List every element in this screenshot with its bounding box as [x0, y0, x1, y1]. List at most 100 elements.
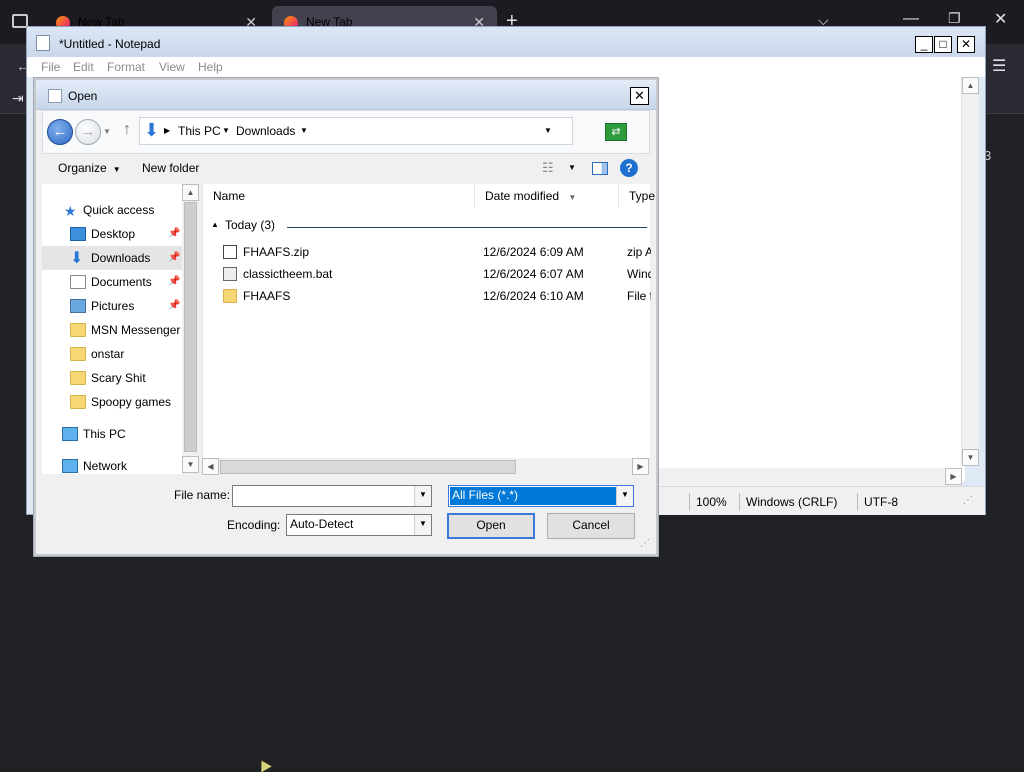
resize-grip-icon[interactable]: ⋰ [963, 495, 973, 506]
notepad-vertical-scrollbar[interactable]: ▲ ▼ [961, 77, 979, 466]
notepad-title: *Untitled - Notepad [59, 37, 161, 51]
forward-button[interactable]: → [75, 119, 101, 145]
nav-item-desktop[interactable]: Desktop 📌 [42, 222, 182, 246]
file-date: 12/6/2024 6:09 AM [483, 245, 584, 259]
pictures-icon [70, 299, 86, 313]
restore-icon[interactable]: ❐ [948, 10, 961, 27]
resize-grip-icon[interactable]: ⋰ [640, 538, 650, 549]
nav-item-pictures[interactable]: Pictures 📌 [42, 294, 182, 318]
maximize-icon[interactable]: □ [934, 36, 952, 53]
notepad-titlebar[interactable]: *Untitled - Notepad _ □ ✕ [27, 27, 985, 57]
scrollbar-thumb[interactable] [184, 202, 197, 452]
scroll-up-icon[interactable]: ▲ [182, 184, 199, 201]
menu-view[interactable]: View [159, 60, 185, 74]
new-folder-button[interactable]: New folder [142, 161, 199, 175]
chevron-down-icon: ▼ [112, 165, 121, 174]
collapse-icon[interactable]: ▲ [211, 220, 219, 229]
close-icon[interactable]: ✕ [630, 87, 649, 105]
chevron-right-icon[interactable]: ▶ [164, 126, 170, 135]
documents-icon [70, 275, 86, 289]
address-dropdown-icon[interactable]: ▼ [544, 126, 552, 135]
address-bar[interactable]: ⬇ ▶ This PC ▼ Downloads ▼ ▼ [139, 117, 573, 145]
sign-in-icon[interactable]: ⇥ [12, 90, 24, 107]
file-list-horizontal-scrollbar[interactable]: ◀ ▶ [202, 458, 650, 476]
encoding-select[interactable]: Auto-Detect ▼ [286, 514, 432, 536]
nav-item-quick-access[interactable]: ★ Quick access [42, 198, 182, 222]
downloads-icon: ⬇ [70, 250, 84, 267]
pin-icon: 📌 [168, 228, 181, 239]
open-button[interactable]: Open [447, 513, 535, 539]
nav-item-msn-messenger[interactable]: MSN Messenger [42, 318, 182, 342]
file-name: classictheem.bat [243, 267, 333, 281]
dialog-titlebar[interactable]: Open ✕ [36, 80, 656, 110]
mouse-cursor [256, 757, 272, 772]
scroll-left-icon[interactable]: ◀ [202, 458, 219, 475]
nav-item-downloads[interactable]: ⬇ Downloads 📌 [42, 246, 182, 270]
close-icon[interactable]: ✕ [957, 36, 975, 53]
nav-item-onstar[interactable]: onstar [42, 342, 182, 366]
network-icon [62, 459, 78, 473]
nav-item-scary-shit[interactable]: Scary Shit [42, 366, 182, 390]
nav-item-label: Network [83, 459, 128, 473]
chevron-down-icon[interactable]: ▼ [222, 126, 230, 135]
scroll-right-icon[interactable]: ▶ [632, 458, 649, 475]
chevron-down-icon[interactable]: ▼ [568, 163, 576, 172]
scrollbar-thumb[interactable] [220, 460, 516, 474]
preview-pane-icon[interactable] [592, 162, 608, 175]
navigation-pane: ★ Quick access Desktop 📌 ⬇ Downloads 📌 D… [42, 184, 200, 474]
open-dialog: Open ✕ ← → ▼ ↑ ⬇ ▶ This PC ▼ Downloads ▼… [34, 78, 658, 556]
file-name-label: File name: [174, 488, 231, 502]
nav-item-this-pc[interactable]: This PC [42, 422, 182, 446]
menu-format[interactable]: Format [107, 60, 145, 74]
navigation-scrollbar[interactable]: ▲ ▼ [182, 184, 200, 474]
chevron-down-icon[interactable]: ▼ [616, 486, 633, 506]
scroll-down-icon[interactable]: ▼ [182, 456, 199, 473]
notepad-text-area[interactable] [657, 77, 965, 482]
chevron-down-icon: ▼ [568, 193, 577, 202]
group-header-today[interactable]: ▲ Today (3) [207, 218, 647, 236]
file-name: FHAAFS [243, 289, 291, 303]
nav-item-spoopy-games[interactable]: Spoopy games [42, 390, 182, 414]
breadcrumb-this-pc[interactable]: This PC [178, 124, 221, 138]
file-name-field[interactable]: ▼ [232, 485, 432, 507]
column-header-name[interactable]: Name [203, 184, 475, 208]
notepad-horizontal-scrollbar[interactable]: ▶ [657, 468, 962, 486]
pin-icon: 📌 [168, 300, 181, 311]
recent-locations-dropdown[interactable]: ▼ [103, 127, 111, 136]
chevron-down-icon[interactable]: ▼ [300, 126, 308, 135]
up-arrow-icon[interactable]: ↑ [123, 121, 131, 139]
back-button[interactable]: ← [47, 119, 73, 145]
chevron-down-icon[interactable]: ▼ [414, 486, 431, 506]
file-date: 12/6/2024 6:07 AM [483, 267, 584, 281]
help-icon[interactable]: ? [620, 159, 638, 177]
nav-item-label: Pictures [91, 299, 135, 313]
dialog-icon [48, 89, 62, 103]
refresh-icon[interactable]: ⇄ [605, 123, 627, 141]
file-row[interactable]: FHAAFS.zip 12/6/2024 6:09 AM zip A [203, 241, 651, 263]
scroll-right-icon[interactable]: ▶ [945, 468, 962, 485]
nav-item-label: MSN Messenger [91, 323, 181, 337]
notepad-icon [36, 35, 50, 51]
column-header-date[interactable]: Date modified ▼ [475, 184, 619, 208]
view-options-icon[interactable]: ☷ [542, 160, 554, 176]
menu-edit[interactable]: Edit [73, 60, 94, 74]
scroll-up-icon[interactable]: ▲ [962, 77, 979, 94]
zip-icon [223, 245, 237, 259]
status-line-ending: Windows (CRLF) [739, 493, 857, 511]
menu-help[interactable]: Help [198, 60, 223, 74]
file-row[interactable]: classictheem.bat 12/6/2024 6:07 AM Wind [203, 263, 651, 285]
minimize-icon[interactable]: _ [915, 36, 933, 53]
chevron-down-icon[interactable]: ▼ [414, 515, 431, 535]
file-type-filter[interactable]: All Files (*.*) ▼ [448, 485, 634, 507]
file-row[interactable]: FHAAFS 12/6/2024 6:10 AM File fo [203, 285, 651, 307]
menu-icon[interactable]: ☰ [992, 56, 1006, 76]
close-icon[interactable]: ✕ [994, 9, 1007, 29]
menu-file[interactable]: File [41, 60, 60, 74]
scroll-down-icon[interactable]: ▼ [962, 449, 979, 466]
column-header-type[interactable]: Type [619, 184, 659, 208]
nav-item-network[interactable]: Network [42, 454, 182, 478]
nav-item-documents[interactable]: Documents 📌 [42, 270, 182, 294]
cancel-button[interactable]: Cancel [547, 513, 635, 539]
breadcrumb-downloads[interactable]: Downloads [236, 124, 295, 138]
organize-button[interactable]: Organize ▼ [58, 161, 121, 175]
